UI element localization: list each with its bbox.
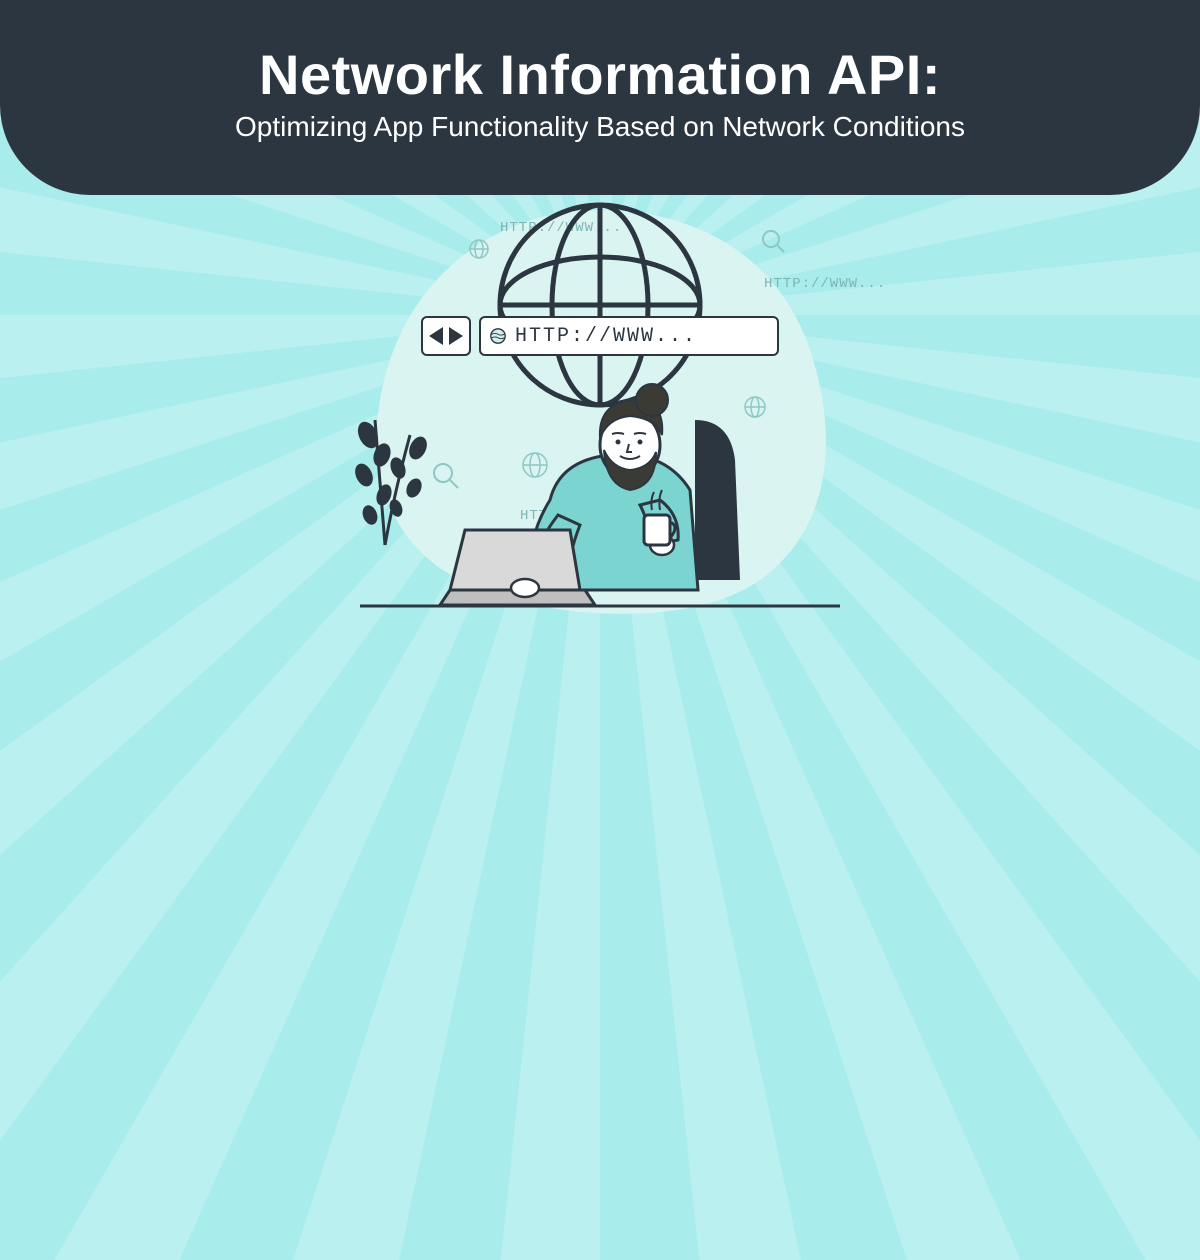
- url-globe-icon: [489, 327, 507, 345]
- decor-url-2: HTTP://WWW...: [764, 276, 886, 292]
- decor-search-icon-1: [760, 228, 788, 256]
- person-illustration: [300, 350, 900, 630]
- url-input-box: HTTP://WWW...: [479, 316, 779, 356]
- url-text: HTTP://WWW...: [515, 325, 697, 348]
- page-subtitle: Optimizing App Functionality Based on Ne…: [235, 111, 965, 143]
- decor-globe-icon-1: [468, 238, 490, 260]
- nav-buttons-group: [421, 316, 471, 356]
- browser-addressbar: HTTP://WWW...: [421, 316, 779, 356]
- forward-button-icon: [449, 327, 463, 345]
- page-title: Network Information API:: [259, 42, 941, 107]
- back-button-icon: [429, 327, 443, 345]
- header-banner: Network Information API: Optimizing App …: [0, 0, 1200, 195]
